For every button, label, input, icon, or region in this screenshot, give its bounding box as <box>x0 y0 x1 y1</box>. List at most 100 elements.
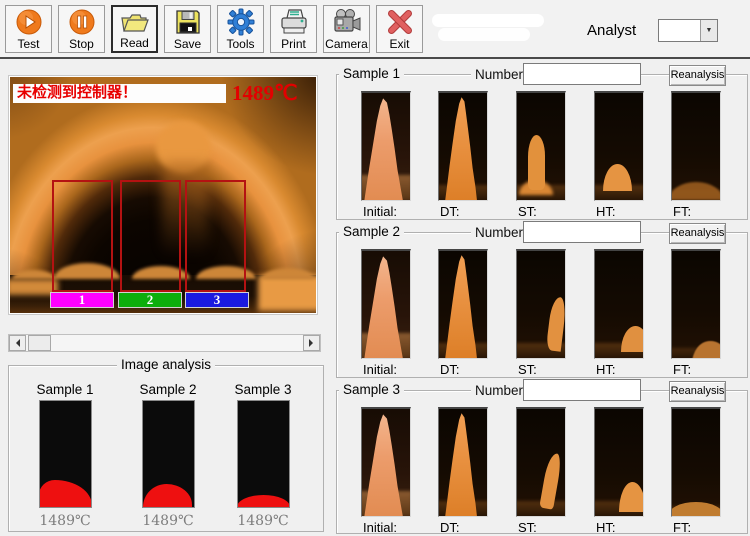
sample-2-st-image <box>516 249 566 359</box>
print-button-label: Print <box>281 37 306 51</box>
sample-3-reanalysis-button[interactable]: Reanalysis <box>669 381 726 402</box>
camera-horizontal-scrollbar[interactable] <box>8 334 321 352</box>
roi-marker-3: 3 <box>185 292 249 308</box>
sample-2-reanalysis-button[interactable]: Reanalysis <box>669 223 726 244</box>
sample-3-dt-image <box>438 407 488 517</box>
sample-mound <box>262 268 314 279</box>
melt-blob-2 <box>143 484 192 507</box>
analysis-silhouette-1 <box>39 400 92 508</box>
controller-alert-text: 未检测到控制器！ <box>13 84 226 103</box>
redacted-area <box>428 12 548 46</box>
sample-2-st-label: ST: <box>518 362 537 377</box>
sample-2-initial-image <box>361 249 411 359</box>
sample-2-dt-image <box>438 249 488 359</box>
analysis-panel-2-title: Sample 2 <box>128 382 208 397</box>
stop-button[interactable]: Stop <box>58 5 105 53</box>
sample-1-initial-label: Initial: <box>363 204 397 219</box>
sample-3-ht-label: HT: <box>596 520 616 535</box>
sample-mound <box>12 270 56 279</box>
sample-3-dt-label: DT: <box>440 520 460 535</box>
scroll-right-button[interactable] <box>303 335 320 351</box>
toolbar-button-row: Test Stop Read <box>5 5 423 53</box>
printer-icon <box>279 7 309 37</box>
save-button-label: Save <box>174 37 201 51</box>
analysis-silhouette-3 <box>237 400 290 508</box>
analysis-temp-2: 1489℃ <box>138 513 198 529</box>
sample-1-st-image <box>516 91 566 201</box>
sample-1-ht-label: HT: <box>596 204 616 219</box>
analyst-combobox-value <box>659 20 700 41</box>
sample-2-ht-label: HT: <box>596 362 616 377</box>
sample-3-title: Sample 3 <box>339 382 404 397</box>
scrollbar-track[interactable] <box>26 335 303 351</box>
read-button[interactable]: Read <box>111 5 158 53</box>
sample-1-number-label: Number <box>471 67 527 82</box>
sample-2-dt-label: DT: <box>440 362 460 377</box>
sample-3-initial-image <box>361 407 411 517</box>
play-icon <box>15 7 43 37</box>
image-analysis-title: Image analysis <box>117 357 215 372</box>
roi-marker-1: 1 <box>50 292 114 308</box>
analysis-silhouette-2 <box>142 400 195 508</box>
exit-button[interactable]: Exit <box>376 5 423 53</box>
sample-1-number-input[interactable] <box>523 63 641 85</box>
sample-1-dt-image <box>438 91 488 201</box>
folder-icon <box>120 7 150 36</box>
scroll-left-button[interactable] <box>9 335 26 351</box>
sample-3-ft-label: FT: <box>673 520 691 535</box>
chevron-down-icon[interactable]: ▼ <box>700 20 717 41</box>
pause-icon <box>68 7 96 37</box>
sample-2-ft-image <box>671 249 721 359</box>
analysis-panel-3-title: Sample 3 <box>223 382 303 397</box>
sample-3-ht-image <box>594 407 644 517</box>
roi-rect-1 <box>52 180 113 292</box>
furnace-temperature: 1489℃ <box>232 81 298 106</box>
camera-icon <box>332 7 362 37</box>
analysis-panel-1-title: Sample 1 <box>25 382 105 397</box>
sample-2-initial-label: Initial: <box>363 362 397 377</box>
furnace-image: 1 2 3 未检测到控制器！ 1489℃ <box>10 77 316 313</box>
print-button[interactable]: Print <box>270 5 317 53</box>
sample-1-group: Sample 1 Number Reanalysis Initial: DT: … <box>336 74 748 220</box>
roi-rect-3 <box>185 180 246 292</box>
sample-1-ft-label: FT: <box>673 204 691 219</box>
sample-2-ft-label: FT: <box>673 362 691 377</box>
sample-2-number-label: Number <box>471 225 527 240</box>
sample-3-initial-label: Initial: <box>363 520 397 535</box>
sample-1-ft-image <box>671 91 721 201</box>
sample-3-number-input[interactable] <box>523 379 641 401</box>
sample-1-dt-label: DT: <box>440 204 460 219</box>
sample-1-reanalysis-button[interactable]: Reanalysis <box>669 65 726 86</box>
tools-button-label: Tools <box>226 37 254 51</box>
analyst-label: Analyst <box>587 22 636 39</box>
sample-2-ht-image <box>594 249 644 359</box>
scrollbar-thumb[interactable] <box>28 335 51 351</box>
image-analysis-group: Image analysis Sample 1 Sample 2 Sample … <box>8 365 324 532</box>
sample-2-title: Sample 2 <box>339 224 404 239</box>
analysis-temp-1: 1489℃ <box>35 513 95 529</box>
sample-3-st-image <box>516 407 566 517</box>
gear-icon <box>227 7 255 37</box>
analyst-combobox[interactable]: ▼ <box>658 19 718 42</box>
melt-blob-1 <box>39 480 92 507</box>
tools-button[interactable]: Tools <box>217 5 264 53</box>
camera-button[interactable]: Camera <box>323 5 370 53</box>
analysis-temp-3: 1489℃ <box>233 513 293 529</box>
sample-3-group: Sample 3 Number Reanalysis Initial: DT: … <box>336 390 748 534</box>
floppy-icon <box>175 7 201 37</box>
sample-3-number-label: Number <box>471 383 527 398</box>
exit-icon <box>386 7 414 37</box>
sample-2-number-input[interactable] <box>523 221 641 243</box>
save-button[interactable]: Save <box>164 5 211 53</box>
stop-button-label: Stop <box>69 37 94 51</box>
sample-3-st-label: ST: <box>518 520 537 535</box>
app-window: { "toolbar": { "buttons": [ { "label": "… <box>0 0 750 536</box>
melt-blob-3 <box>237 495 290 507</box>
sample-1-title: Sample 1 <box>339 66 404 81</box>
test-button[interactable]: Test <box>5 5 52 53</box>
sample-1-ht-image <box>594 91 644 201</box>
read-button-label: Read <box>120 36 149 50</box>
sample-2-group: Sample 2 Number Reanalysis Initial: DT: … <box>336 232 748 378</box>
exit-button-label: Exit <box>389 37 409 51</box>
toolbar: Test Stop Read <box>0 0 750 59</box>
